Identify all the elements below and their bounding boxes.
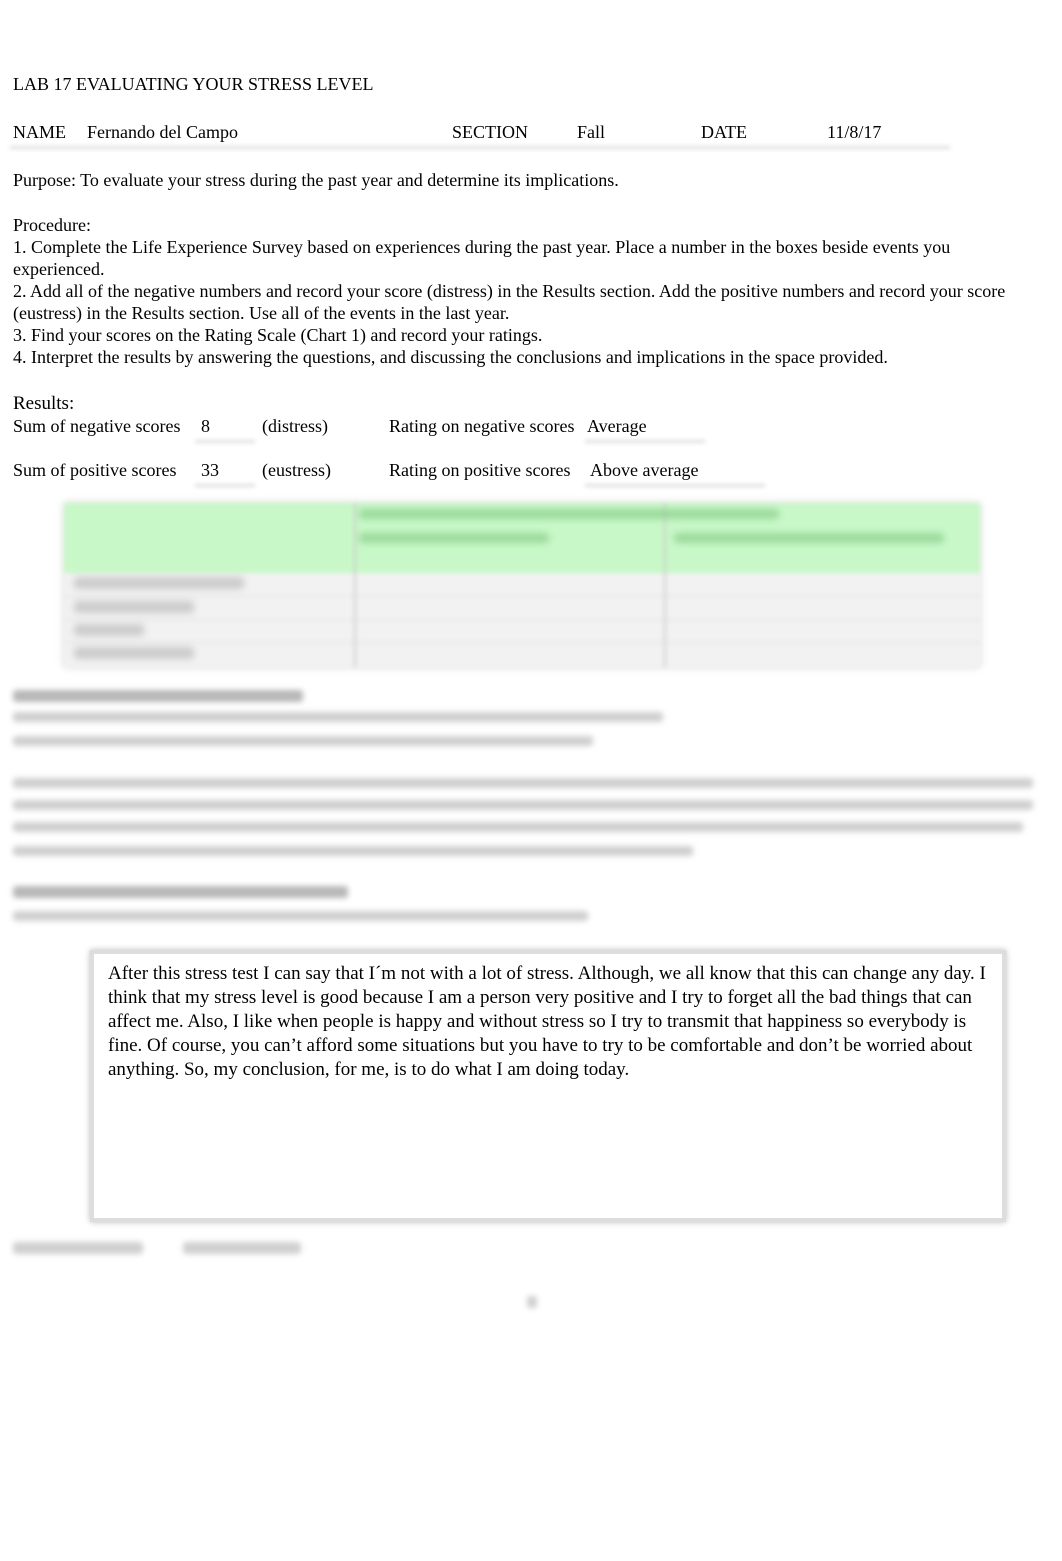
blurred-text — [674, 533, 944, 543]
name-label: NAME — [13, 122, 66, 142]
blurred-text — [359, 533, 549, 543]
date-label: DATE — [701, 122, 747, 142]
negative-value: 8 — [201, 416, 210, 436]
positive-value: 33 — [201, 460, 219, 480]
conclusion-box[interactable]: After this stress test I can say that I´… — [90, 950, 1006, 1222]
blurred-text — [13, 736, 593, 746]
blurred-text — [13, 846, 693, 856]
blurred-text — [13, 778, 1033, 788]
name-value: Fernando del Campo — [87, 122, 238, 142]
lab-title: LAB 17 EVALUATING YOUR STRESS LEVEL — [13, 74, 374, 94]
blurred-text — [13, 712, 663, 722]
blurred-text — [13, 911, 588, 921]
negative-label: Sum of negative scores — [13, 416, 181, 436]
positive-label: Sum of positive scores — [13, 460, 177, 480]
divider — [64, 619, 980, 620]
blurred-heading — [13, 690, 303, 702]
underline — [585, 484, 765, 487]
blurred-text — [74, 577, 244, 589]
blurred-heading — [13, 886, 348, 898]
underline — [585, 440, 705, 443]
negative-type: (distress) — [262, 416, 328, 436]
results-title: Results: — [13, 393, 75, 414]
blurred-text — [359, 509, 779, 519]
blurred-text — [13, 822, 1023, 832]
negative-rating-label: Rating on negative scores — [389, 416, 575, 436]
procedure-section: Procedure: 1. Complete the Life Experien… — [13, 214, 1043, 368]
procedure-step: 1. Complete the Life Experience Survey b… — [13, 237, 951, 279]
blurred-text — [74, 647, 194, 659]
blurred-text — [13, 800, 1033, 810]
procedure-title: Procedure: — [13, 215, 91, 235]
divider — [64, 596, 980, 597]
document-page: LAB 17 EVALUATING YOUR STRESS LEVEL NAME… — [0, 0, 1062, 1561]
blurred-footer — [183, 1242, 301, 1254]
underline — [195, 484, 255, 487]
positive-type: (eustress) — [262, 460, 331, 480]
blurred-footer — [13, 1242, 143, 1254]
positive-rating-label: Rating on positive scores — [389, 460, 571, 480]
purpose-text: Purpose: To evaluate your stress during … — [13, 170, 619, 190]
procedure-step: 4. Interpret the results by answering th… — [13, 347, 888, 367]
section-label: SECTION — [452, 122, 528, 142]
blurred-text — [74, 624, 144, 636]
underline — [195, 440, 255, 443]
procedure-step: 2. Add all of the negative numbers and r… — [13, 281, 1006, 323]
conclusion-text: After this stress test I can say that I´… — [108, 963, 986, 1080]
rating-scale-table-blurred — [64, 503, 980, 667]
blurred-page-number — [527, 1296, 537, 1308]
blurred-text — [74, 601, 194, 613]
section-value: Fall — [577, 122, 606, 142]
header-underline — [10, 146, 950, 149]
date-value: 11/8/17 — [827, 122, 882, 142]
negative-rating: Average — [587, 416, 647, 436]
procedure-step: 3. Find your scores on the Rating Scale … — [13, 325, 543, 345]
positive-rating: Above average — [590, 460, 699, 480]
divider — [64, 642, 980, 643]
